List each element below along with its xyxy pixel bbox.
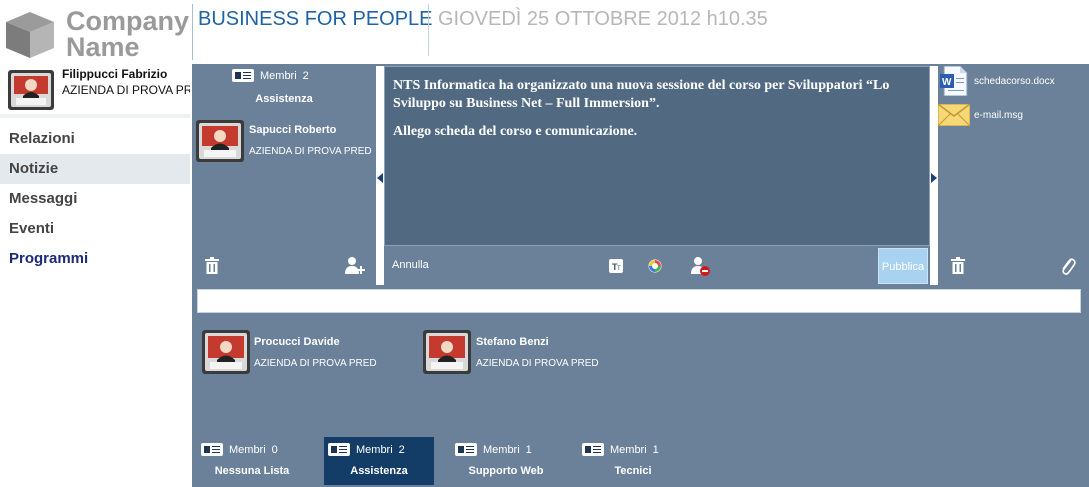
tab-members-label: Membri xyxy=(229,443,266,456)
add-user-icon[interactable] xyxy=(345,256,365,280)
member-name[interactable]: Stefano Benzi xyxy=(476,336,549,348)
search-input[interactable] xyxy=(197,289,1081,313)
id-card-icon xyxy=(201,443,223,456)
tab-members-count: 1 xyxy=(525,443,532,456)
members-count: 2 xyxy=(302,69,309,82)
user-name: Filippucci Fabrizio xyxy=(62,67,168,81)
contact-avatar[interactable] xyxy=(196,120,244,164)
contact-name[interactable]: Sapucci Roberto xyxy=(249,124,336,136)
nav-item-programmi[interactable]: Programmi xyxy=(0,244,190,274)
publish-button[interactable]: Pubblica xyxy=(878,248,928,284)
trash-icon[interactable] xyxy=(951,257,965,279)
group-name: Assistenza xyxy=(255,93,313,105)
id-card-icon xyxy=(328,443,350,456)
members-label: Membri xyxy=(260,69,297,82)
nav-item-eventi[interactable]: Eventi xyxy=(0,214,190,244)
tab-nessuna-lista[interactable]: Membri 0 Nessuna Lista xyxy=(197,437,307,485)
tab-members-count: 2 xyxy=(398,443,405,456)
contact-company: AZIENDA DI PROVA PRED xyxy=(249,146,372,157)
id-card-icon xyxy=(455,443,477,456)
cancel-button[interactable]: Annulla xyxy=(392,259,429,271)
tab-members-label: Membri xyxy=(483,443,520,456)
collapse-left-icon[interactable] xyxy=(377,168,383,187)
message-editor[interactable]: NTS Informatica ha organizzato una nuova… xyxy=(384,66,930,246)
collapse-right-icon[interactable] xyxy=(931,168,937,187)
svg-text:T: T xyxy=(617,266,621,272)
user-company: AZIENDA DI PROVA PR xyxy=(62,83,190,97)
header-divider xyxy=(192,4,193,60)
tab-members-count: 0 xyxy=(271,443,278,456)
member-avatar[interactable] xyxy=(202,330,250,374)
tab-label: Nessuna Lista xyxy=(214,465,290,477)
envelope-icon[interactable] xyxy=(937,103,971,130)
attachment-name[interactable]: e-mail.msg xyxy=(974,110,1023,121)
tab-label: Assistenza xyxy=(350,465,408,477)
remove-user-icon[interactable] xyxy=(691,256,711,280)
message-text: NTS Informatica ha organizzato una nuova… xyxy=(393,78,890,111)
nav-item-notizie[interactable]: Notizie xyxy=(0,154,190,184)
member-company: AZIENDA DI PROVA PRED xyxy=(476,358,599,369)
word-doc-icon[interactable]: W xyxy=(940,65,968,100)
svg-text:W: W xyxy=(942,77,952,88)
member-company: AZIENDA DI PROVA PRED xyxy=(254,358,377,369)
attachment-name[interactable]: schedacorso.docx xyxy=(974,76,1055,87)
tab-tecnici[interactable]: Membri 1 Tecnici xyxy=(578,437,688,485)
paperclip-icon[interactable] xyxy=(1060,256,1076,280)
id-card-icon xyxy=(582,443,604,456)
separator xyxy=(0,114,190,118)
trash-icon[interactable] xyxy=(205,257,219,279)
tab-members-label: Membri xyxy=(356,443,393,456)
tab-label: Tecnici xyxy=(614,465,652,477)
tab-label: Supporto Web xyxy=(468,465,544,477)
nav-item-relazioni[interactable]: Relazioni xyxy=(0,124,190,154)
tab-assistenza[interactable]: Membri 2 Assistenza xyxy=(324,437,434,485)
company-name: Company Name xyxy=(66,6,190,62)
member-name[interactable]: Procucci Davide xyxy=(254,336,340,348)
header-divider xyxy=(428,4,429,56)
user-avatar[interactable] xyxy=(8,70,54,110)
company-logo-icon xyxy=(4,10,56,60)
tab-supporto-web[interactable]: Membri 1 Supporto Web xyxy=(451,437,561,485)
id-card-icon xyxy=(232,69,254,82)
current-date: GIOVEDÌ 25 OTTOBRE 2012 h10.35 xyxy=(438,8,768,30)
group-members-count: Membri 2 xyxy=(232,69,309,82)
tab-members-label: Membri xyxy=(610,443,647,456)
app-title: BUSINESS FOR PEOPLE xyxy=(198,8,433,30)
member-avatar[interactable] xyxy=(423,330,471,374)
text-format-icon[interactable]: TT xyxy=(609,258,623,277)
message-text: Allego scheda del corso e comunicazione. xyxy=(393,124,638,139)
nav-item-messaggi[interactable]: Messaggi xyxy=(0,184,190,214)
tab-members-count: 1 xyxy=(652,443,659,456)
color-picker-icon[interactable] xyxy=(648,258,662,277)
